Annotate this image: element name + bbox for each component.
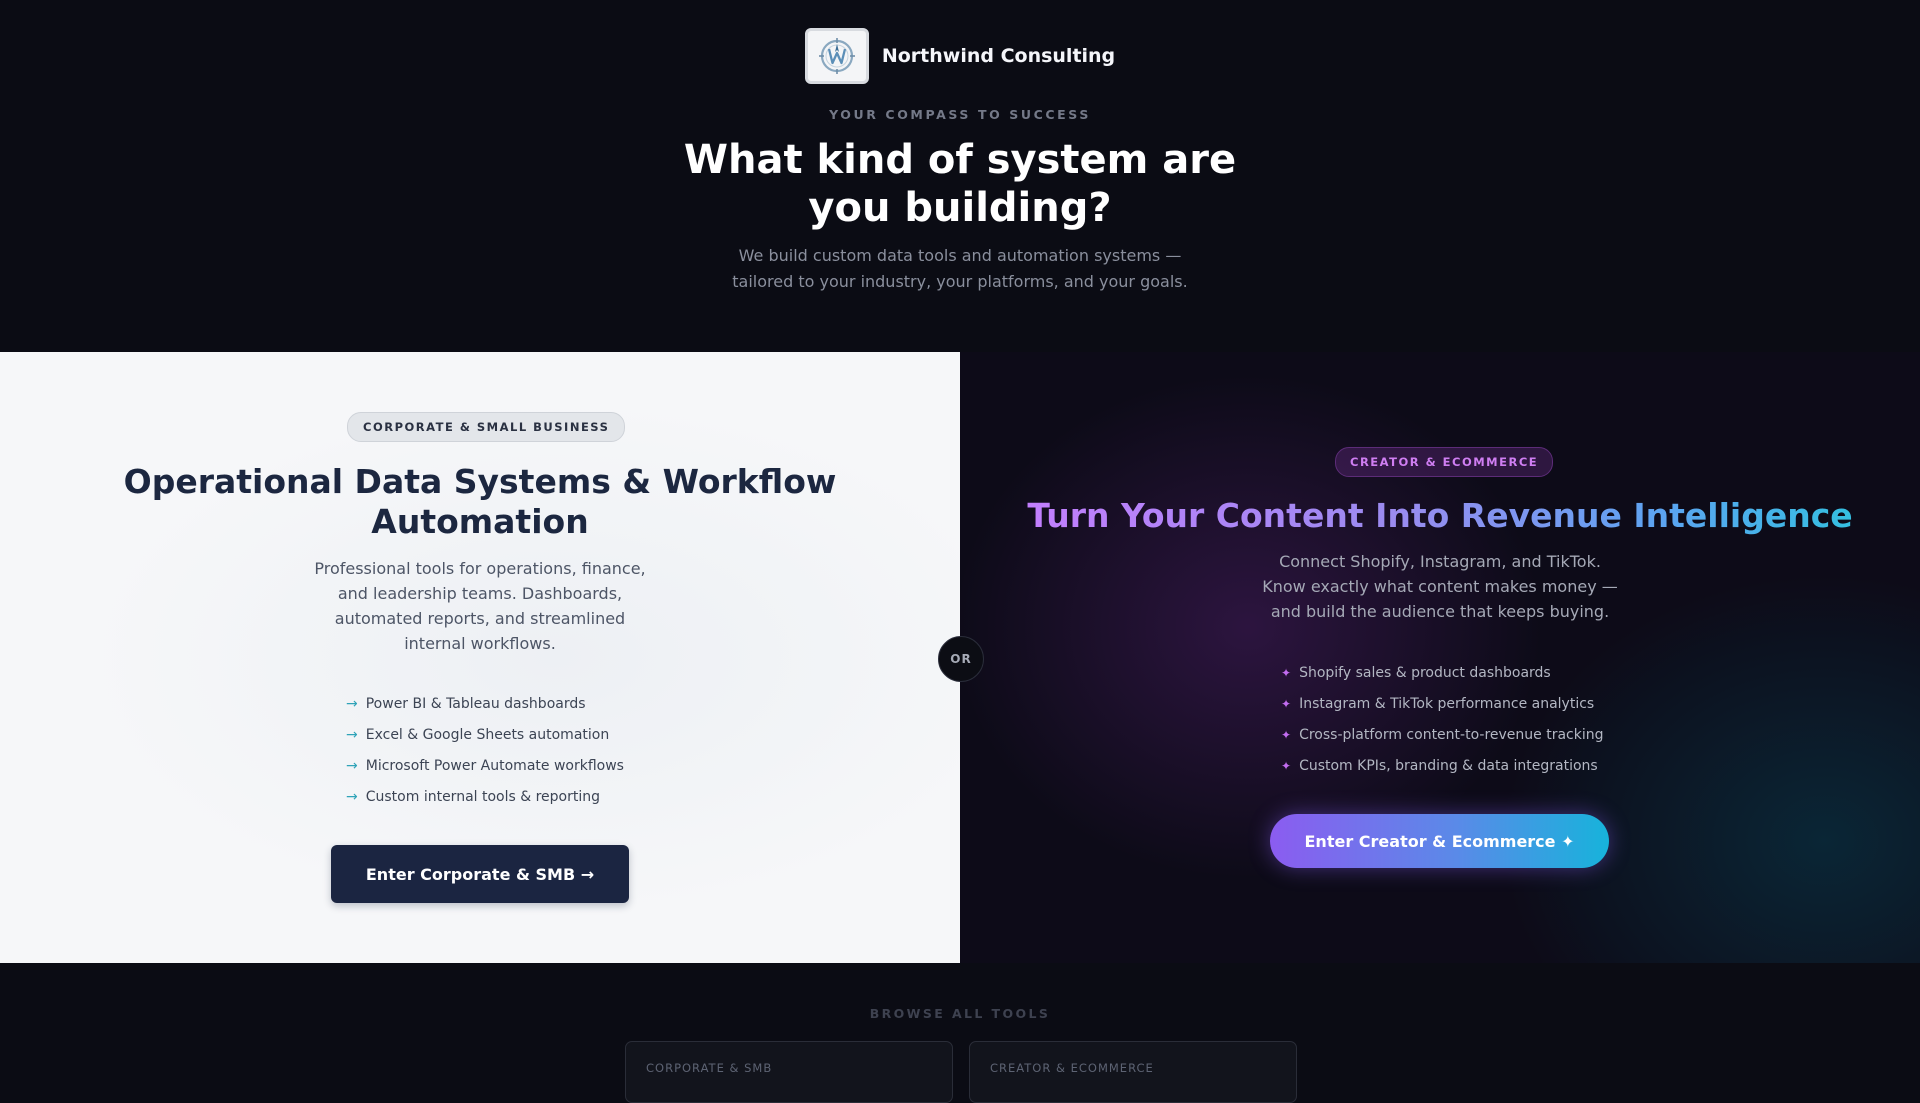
brand-name[interactable]: Northwind Consulting [882,45,1115,67]
hero-subtitle: We build custom data tools and automatio… [732,246,1188,291]
hero-section: Northwind Consulting YOUR COMPASS TO SUC… [0,0,1920,352]
creator-feature-list: ✦ Shopify sales & product dashboards ✦ Ins… [1281,657,1604,781]
list-item: ✦ Cross-platform content-to-revenue track… [1281,719,1604,750]
brand-header[interactable]: Northwind Consulting [0,28,1920,84]
list-item: → Custom internal tools & reporting [346,781,624,812]
list-item: ✦ Custom KPIs, branding & data integratio… [1281,750,1604,781]
list-item-label: Custom KPIs, branding & data integration… [1299,757,1598,774]
or-divider: OR [938,636,984,682]
list-item-label: Power BI & Tableau dashboards [365,695,586,712]
hero-title: What kind of system are you building? [683,137,1237,231]
browse-card-label: CORPORATE & SMB [646,1061,773,1075]
corporate-title: Operational Data Systems & Workflow Auto… [123,462,837,541]
list-item: → Excel & Google Sheets automation [346,719,624,750]
compass-logo-icon[interactable] [804,28,869,84]
browse-card-label: CREATOR & ECOMMERCE [990,1061,1154,1075]
list-item-label: Instagram & TikTok performance analytics [1299,695,1595,712]
list-item-label: Custom internal tools & reporting [365,788,601,805]
list-item: ✦ Shopify sales & product dashboards [1281,657,1604,688]
arrow-right-icon: → [346,757,358,774]
arrow-right-icon: → [346,695,358,712]
corporate-badge: CORPORATE & SMALL BUSINESS [347,412,626,442]
creator-badge: CREATOR & ECOMMERCE [1335,447,1554,477]
sparkle-icon: ✦ [1281,665,1292,680]
list-item-label: Excel & Google Sheets automation [365,726,610,743]
creator-title: Turn Your Content Into Revenue Intellige… [980,496,1900,536]
arrow-right-icon: → [346,726,358,743]
list-item: ✦ Instagram & TikTok performance analytic… [1281,688,1604,719]
sparkle-icon: ✦ [1281,727,1292,742]
arrow-right-icon: → [346,788,358,805]
hero-eyebrow: YOUR COMPASS TO SUCCESS [829,107,1091,122]
sparkle-icon: ✦ [1281,758,1292,773]
list-item-label: Microsoft Power Automate workflows [365,757,624,774]
browse-card-corporate[interactable]: CORPORATE & SMB [625,1041,953,1103]
enter-corporate-button[interactable]: Enter Corporate & SMB → [331,845,629,903]
list-item-label: Cross-platform content-to-revenue tracki… [1299,726,1604,743]
browse-card-creator[interactable]: CREATOR & ECOMMERCE [969,1041,1297,1103]
browse-all-tools-label: BROWSE ALL TOOLS [869,1006,1051,1021]
creator-description: Connect Shopify, Instagram, and TikTok. … [1262,552,1618,621]
enter-creator-button[interactable]: Enter Creator & Ecommerce ✦ [1270,814,1609,868]
corporate-feature-list: → Power BI & Tableau dashboards → Excel & … [346,688,624,812]
list-item: → Power BI & Tableau dashboards [346,688,624,719]
list-item: → Microsoft Power Automate workflows [346,750,624,781]
corporate-description: Professional tools for operations, finan… [314,559,646,653]
sparkle-icon: ✦ [1281,696,1292,711]
list-item-label: Shopify sales & product dashboards [1299,664,1551,681]
